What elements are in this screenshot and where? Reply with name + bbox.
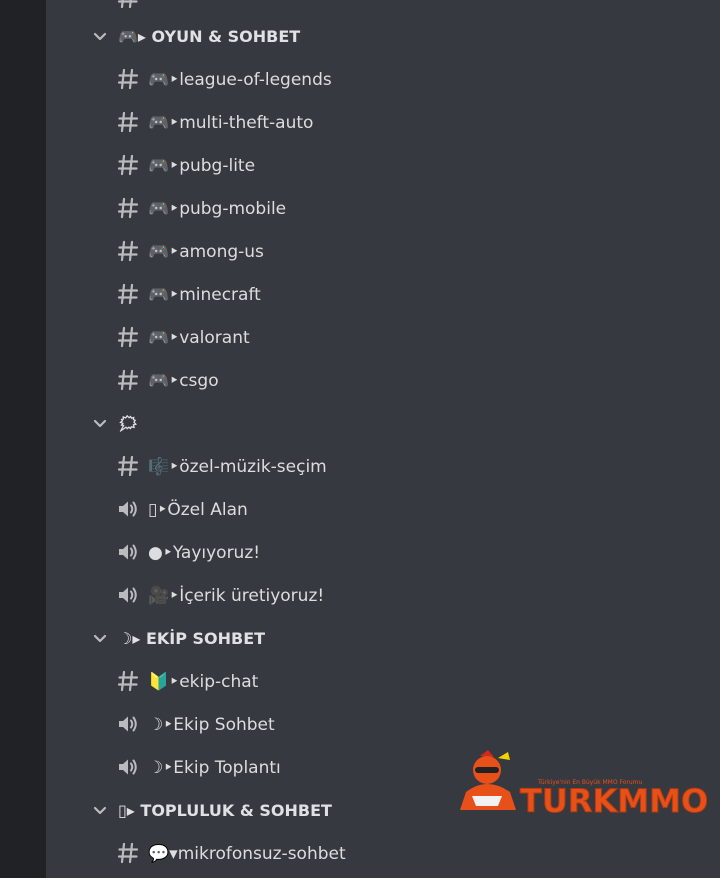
text-channel[interactable]: 🎮‣csgo [46,359,720,402]
channel-label: 🎮‣valorant [148,327,250,348]
hash-icon [117,326,139,348]
mascot-icon [460,750,516,810]
channel-label: 🗯 [118,414,139,433]
text-channel[interactable]: 🎮‣multi-theft-auto [46,101,720,144]
hash-icon [117,197,139,219]
text-channel[interactable]: 🎼‣özel-müzik-seçim [46,445,720,488]
svg-text:TURKMMO: TURKMMO [520,782,708,820]
channel-label: ▯‣Özel Alan [148,499,248,520]
voice-channel[interactable]: ☽‣Ekip Sohbet [46,703,720,746]
chevron-down-icon [93,32,107,41]
channel-label: 🎮‣among-us [148,241,264,262]
channel-label: 🎮‣multi-theft-auto [148,112,314,133]
text-channel[interactable]: 🔰‣ekip-chat [46,660,720,703]
hash-icon [117,455,139,477]
chevron-down-icon [93,806,107,815]
hash-icon [117,240,139,262]
speaker-icon [119,501,137,517]
speaker-icon [119,759,137,775]
channel-label: 🎮‣league-of-legends [148,69,332,90]
channel-label: ☽▸ EKİP SOHBET [118,629,266,648]
channel-label: 🔰‣ekip-chat [148,671,259,692]
hash-icon [117,842,139,864]
text-channel[interactable]: 🎮‣pubg-mobile [46,187,720,230]
hash-icon [117,369,139,391]
voice-channel[interactable]: ▯‣Özel Alan [46,488,720,531]
text-channel[interactable]: 💬▾mikrofonsuz-sohbet [46,832,720,875]
hash-icon [117,154,139,176]
channel-label: ☽‣Ekip Toplantı [148,757,281,778]
voice-channel[interactable]: ●‣Yayıyoruz! [46,531,720,574]
channel-label: 🎼‣özel-müzik-seçim [148,456,327,477]
category-header[interactable]: 🗯 [46,402,720,445]
chevron-down-icon [93,634,107,643]
channel-label: 🎮‣pubg-mobile [148,198,287,219]
channel-label: 🎮‣minecraft [148,284,261,305]
server-rail [0,0,46,878]
hash-icon [117,283,139,305]
hash-icon [117,670,139,692]
channel-label: 🎮‣pubg-lite [148,155,256,176]
category-header[interactable]: ☽▸ EKİP SOHBET [46,617,720,660]
category-header[interactable]: 🎮▸ OYUN & SOHBET [46,15,720,58]
channel-label: 🎮‣csgo [148,370,219,391]
text-channel[interactable]: 🎮‣pubg-lite [46,144,720,187]
channel-label: ▯▸ TOPLULUK & SOHBET [118,801,332,820]
voice-channel[interactable]: 🎥‣İçerik üretiyoruz! [46,574,720,617]
speaker-icon [119,587,137,603]
channel-label: ●‣Yayıyoruz! [148,542,261,563]
text-channel[interactable]: 🎮‣valorant [46,316,720,359]
hash-icon [117,68,139,90]
text-channel[interactable]: 🎮‣league-of-legends [46,58,720,101]
channel-list: 🎮▸ OYUN & SOHBET 🎮‣league-of-legends 🎮‣mul… [46,0,720,878]
channel-label: 💬▾mikrofonsuz-sohbet [148,843,346,864]
turkmmo-logo: Türkiye'nin En Büyük MMO Forumu TURKMMO [460,750,709,820]
hash-icon [117,111,139,133]
channel-label: 🎥‣İçerik üretiyoruz! [148,585,325,606]
speaker-icon [119,544,137,560]
speaker-icon [119,716,137,732]
chevron-down-icon [93,419,107,428]
cropped-channel-row [46,0,720,10]
hash-icon [117,0,138,9]
text-channel[interactable]: 🎮‣among-us [46,230,720,273]
channel-label: 🎮▸ OYUN & SOHBET [118,27,301,46]
channel-label: ☽‣Ekip Sohbet [148,714,275,735]
text-channel[interactable]: 🎮‣minecraft [46,273,720,316]
